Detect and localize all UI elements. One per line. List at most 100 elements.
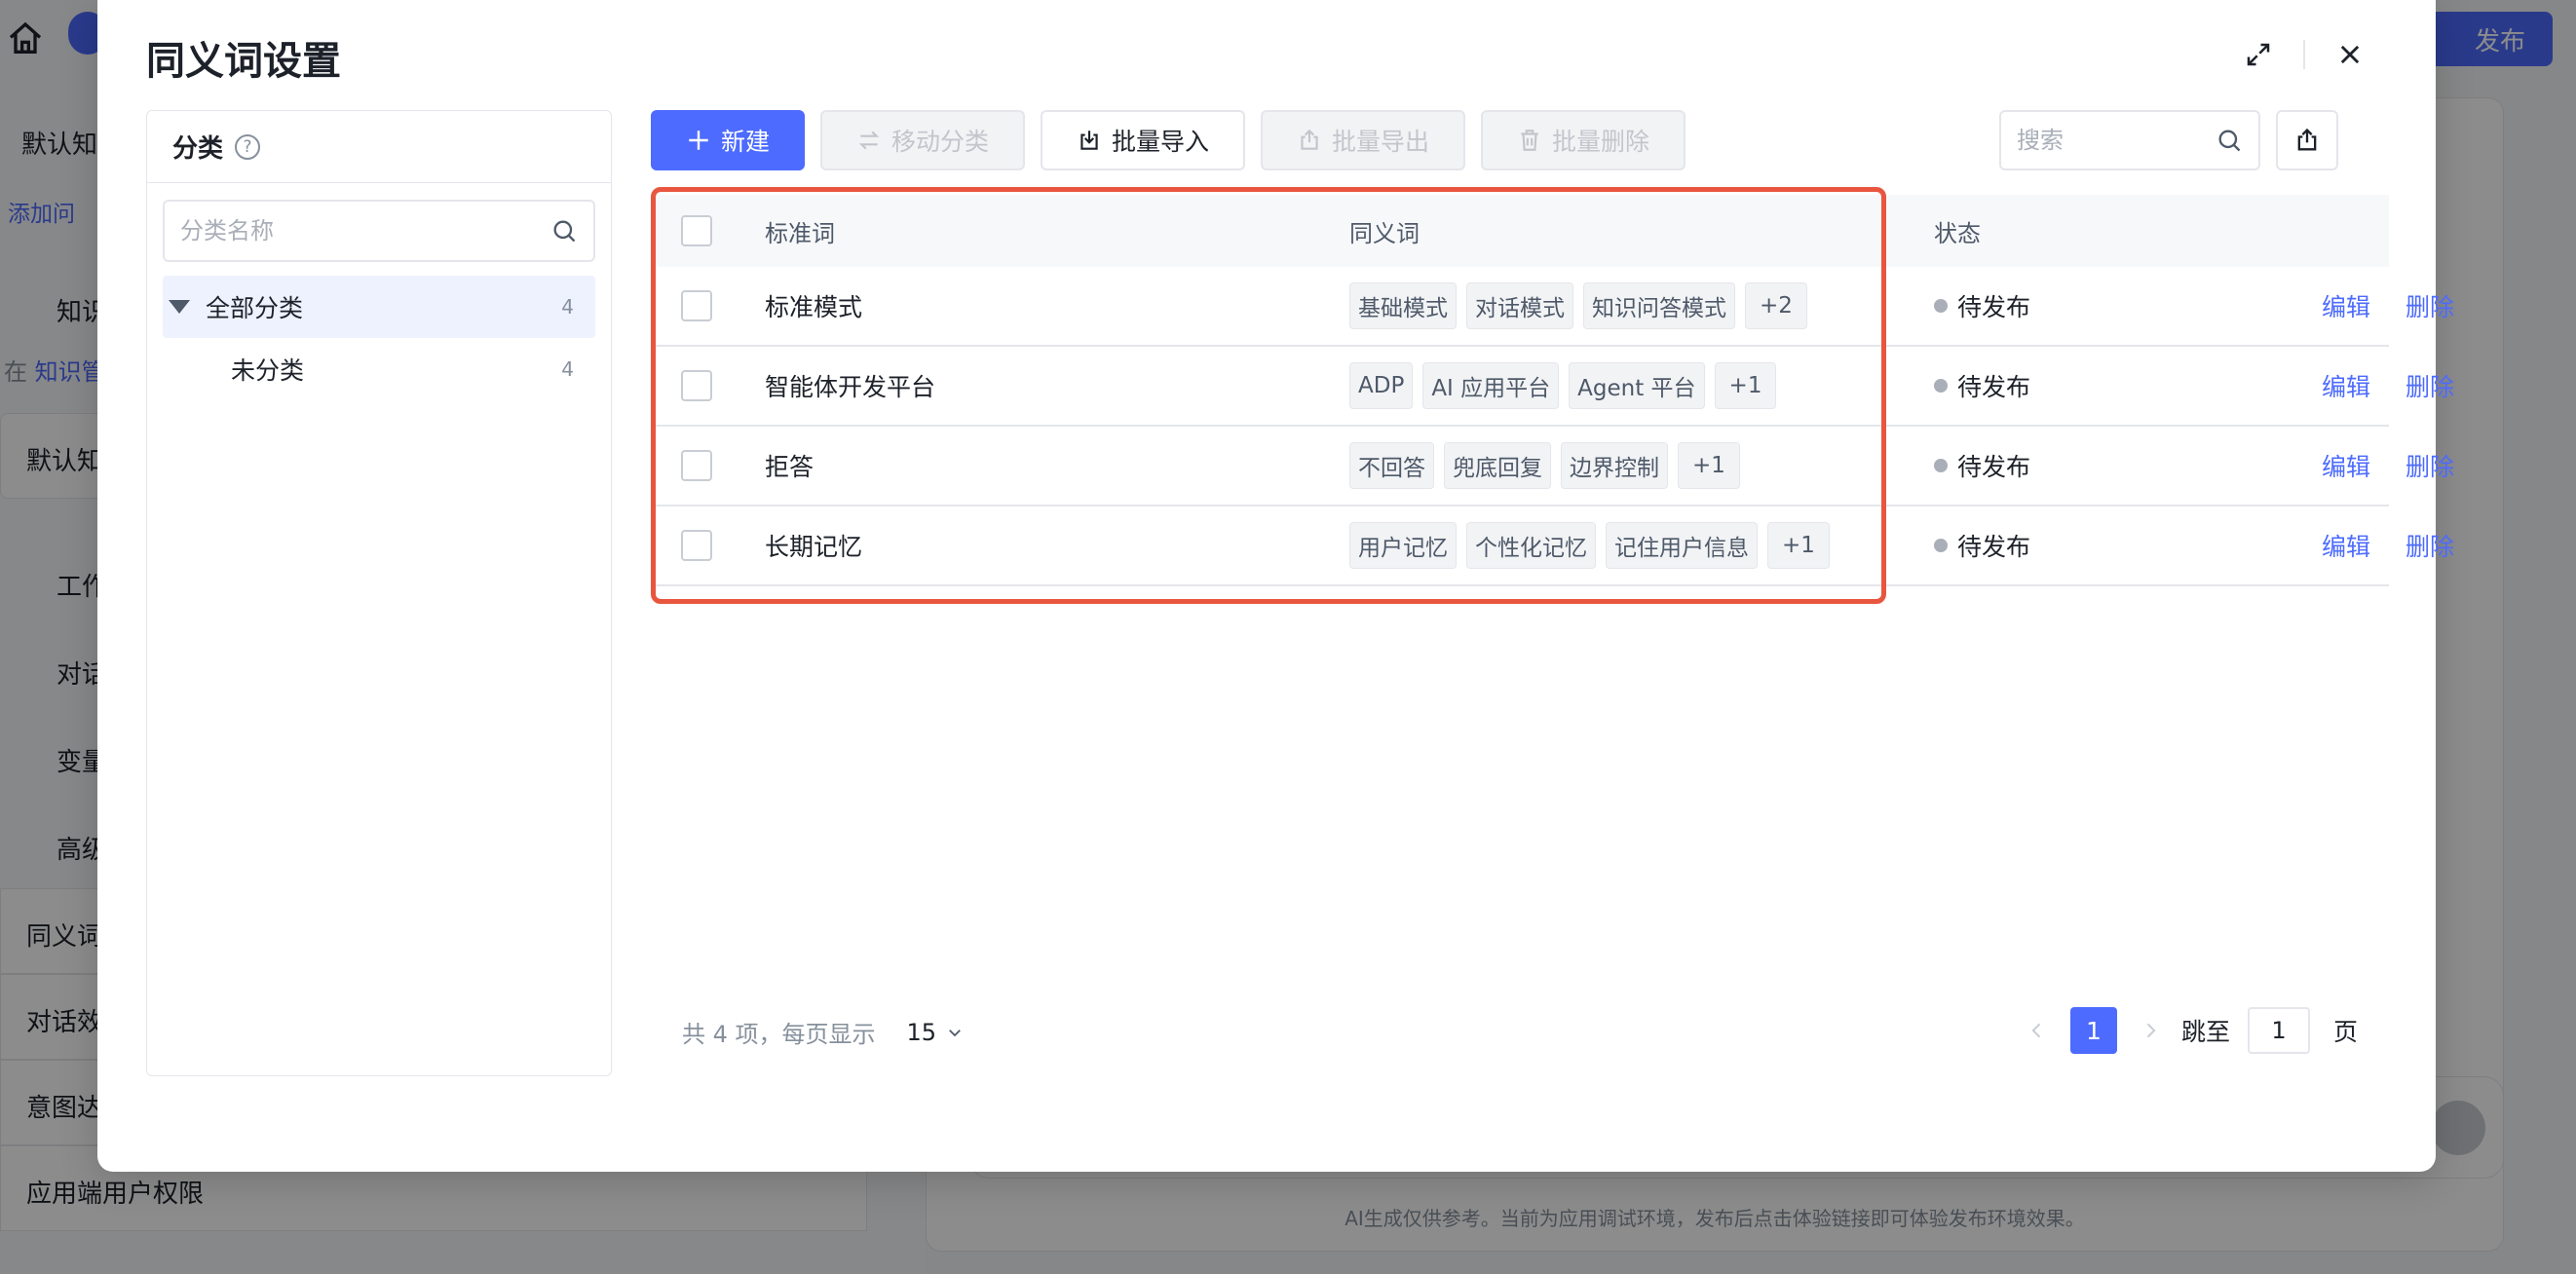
synonym-tags: 基础模式 对话模式 知识问答模式 +2 bbox=[1349, 282, 1807, 329]
delete-link[interactable]: 删除 bbox=[2406, 288, 2454, 323]
search-icon[interactable] bbox=[550, 217, 578, 244]
table-row: 长期记忆 用户记忆 个性化记忆 记住用户信息 +1 待发布 编辑 删除 bbox=[651, 506, 2454, 586]
category-panel: 分类 ? 全部分类 4 未分类 4 bbox=[146, 110, 612, 1076]
status-label: 待发布 bbox=[1957, 293, 2031, 321]
pagination-summary: 共 4 项，每页显示 15 bbox=[682, 1015, 964, 1049]
new-button-label: 新建 bbox=[720, 128, 770, 156]
category-item-count: 4 bbox=[561, 357, 574, 381]
edit-link[interactable]: 编辑 bbox=[2322, 368, 2370, 403]
category-header: 分类 ? bbox=[147, 111, 611, 183]
select-all-checkbox[interactable] bbox=[681, 215, 712, 246]
standard-word: 标准模式 bbox=[765, 293, 863, 321]
more-tags[interactable]: +1 bbox=[1767, 522, 1830, 569]
delete-link[interactable]: 删除 bbox=[2406, 368, 2454, 403]
share-icon bbox=[2297, 128, 2317, 151]
synonym-tags: 不回答 兜底回复 边界控制 +1 bbox=[1349, 442, 1740, 489]
synonym-tag: 个性化记忆 bbox=[1466, 522, 1596, 569]
more-tags[interactable]: +1 bbox=[1714, 362, 1777, 409]
status-dot bbox=[1934, 299, 1948, 313]
row-checkbox[interactable] bbox=[681, 450, 712, 481]
close-icon[interactable] bbox=[2329, 33, 2371, 76]
status: 待发布 bbox=[1934, 448, 2030, 483]
actions-divider bbox=[2303, 40, 2305, 69]
modal-actions bbox=[2237, 33, 2371, 76]
status-dot bbox=[1934, 539, 1948, 552]
new-button[interactable]: 新建 bbox=[651, 110, 805, 170]
header-status: 状态 bbox=[1934, 219, 1981, 247]
page-suffix: 页 bbox=[2332, 1018, 2358, 1046]
synonym-tag: 用户记忆 bbox=[1349, 522, 1457, 569]
delete-link[interactable]: 删除 bbox=[2406, 448, 2454, 483]
plus-icon bbox=[686, 128, 711, 153]
standard-word: 智能体开发平台 bbox=[765, 373, 936, 401]
status: 待发布 bbox=[1934, 528, 2030, 563]
page-number[interactable]: 1 bbox=[2069, 1007, 2117, 1054]
status: 待发布 bbox=[1934, 368, 2030, 403]
toolbar: 新建 移动分类 批量导入 批量导出 批量删除 bbox=[651, 110, 1686, 170]
move-category-button[interactable]: 移动分类 bbox=[820, 110, 1025, 170]
swap-icon bbox=[856, 128, 882, 153]
table-search-input[interactable] bbox=[2017, 127, 2216, 154]
batch-delete-label: 批量删除 bbox=[1551, 128, 1649, 156]
modal-title: 同义词设置 bbox=[146, 39, 341, 84]
synonym-tag: 基础模式 bbox=[1349, 282, 1457, 329]
category-header-label: 分类 bbox=[172, 134, 224, 164]
delete-link[interactable]: 删除 bbox=[2406, 528, 2454, 563]
synonym-tag: 记住用户信息 bbox=[1606, 522, 1758, 569]
expand-icon[interactable] bbox=[2237, 33, 2280, 76]
jump-page-input[interactable] bbox=[2247, 1007, 2310, 1054]
category-search bbox=[163, 200, 595, 262]
pagination: 1 跳至 页 bbox=[2016, 1007, 2358, 1054]
table-row: 智能体开发平台 ADP AI 应用平台 Agent 平台 +1 待发布 编辑 删… bbox=[651, 347, 2454, 427]
batch-delete-button[interactable]: 批量删除 bbox=[1481, 110, 1686, 170]
synonym-tag: ADP bbox=[1349, 362, 1414, 409]
status-dot bbox=[1934, 379, 1948, 393]
status: 待发布 bbox=[1934, 288, 2030, 323]
synonym-tag: 兜底回复 bbox=[1444, 442, 1551, 489]
status-dot bbox=[1934, 459, 1948, 472]
synonym-tag: 知识问答模式 bbox=[1583, 282, 1735, 329]
table-header: 标准词 同义词 状态 bbox=[651, 195, 2389, 267]
search-icon[interactable] bbox=[2216, 127, 2243, 154]
next-page-button[interactable] bbox=[2129, 1007, 2172, 1054]
export-icon bbox=[1297, 128, 1322, 153]
batch-export-label: 批量导出 bbox=[1331, 128, 1429, 156]
category-search-input[interactable] bbox=[180, 217, 550, 244]
row-checkbox[interactable] bbox=[681, 290, 712, 321]
caret-down-icon[interactable] bbox=[169, 300, 190, 314]
batch-import-label: 批量导入 bbox=[1111, 128, 1209, 156]
header-standard: 标准词 bbox=[765, 219, 835, 247]
synonym-tags: ADP AI 应用平台 Agent 平台 +1 bbox=[1349, 362, 1777, 409]
table-row: 标准模式 基础模式 对话模式 知识问答模式 +2 待发布 编辑 删除 bbox=[651, 267, 2454, 347]
category-item-uncategorized[interactable]: 未分类 4 bbox=[163, 338, 595, 400]
category-item-label: 未分类 bbox=[231, 356, 305, 385]
pagination-summary-text: 共 4 项，每页显示 bbox=[682, 1021, 876, 1048]
page-size-select[interactable]: 15 bbox=[907, 1019, 965, 1046]
row-checkbox[interactable] bbox=[681, 530, 712, 561]
chevron-left-icon bbox=[2031, 1023, 2041, 1038]
synonym-tag: Agent 平台 bbox=[1569, 362, 1705, 409]
category-item-all[interactable]: 全部分类 4 bbox=[163, 276, 595, 338]
page-size-value: 15 bbox=[906, 1018, 937, 1046]
synonym-tag: 不回答 bbox=[1349, 442, 1434, 489]
more-tags[interactable]: +1 bbox=[1678, 442, 1740, 489]
batch-import-button[interactable]: 批量导入 bbox=[1041, 110, 1245, 170]
edit-link[interactable]: 编辑 bbox=[2322, 448, 2370, 483]
jump-label: 跳至 bbox=[2180, 1018, 2230, 1046]
row-checkbox[interactable] bbox=[681, 370, 712, 401]
edit-link[interactable]: 编辑 bbox=[2322, 528, 2370, 563]
trash-icon bbox=[1517, 128, 1542, 153]
help-icon[interactable]: ? bbox=[235, 133, 261, 160]
more-tags[interactable]: +2 bbox=[1745, 282, 1807, 329]
prev-page-button[interactable] bbox=[2016, 1007, 2059, 1054]
status-label: 待发布 bbox=[1957, 453, 2031, 481]
category-item-count: 4 bbox=[561, 295, 574, 318]
header-synonyms: 同义词 bbox=[1349, 219, 1420, 247]
standard-word: 拒答 bbox=[765, 453, 814, 481]
edit-link[interactable]: 编辑 bbox=[2322, 288, 2370, 323]
synonym-tag: 边界控制 bbox=[1561, 442, 1668, 489]
share-export-button[interactable] bbox=[2276, 110, 2338, 170]
table-row: 拒答 不回答 兜底回复 边界控制 +1 待发布 编辑 删除 bbox=[651, 427, 2454, 506]
batch-export-button[interactable]: 批量导出 bbox=[1261, 110, 1465, 170]
table-search bbox=[1999, 110, 2260, 170]
